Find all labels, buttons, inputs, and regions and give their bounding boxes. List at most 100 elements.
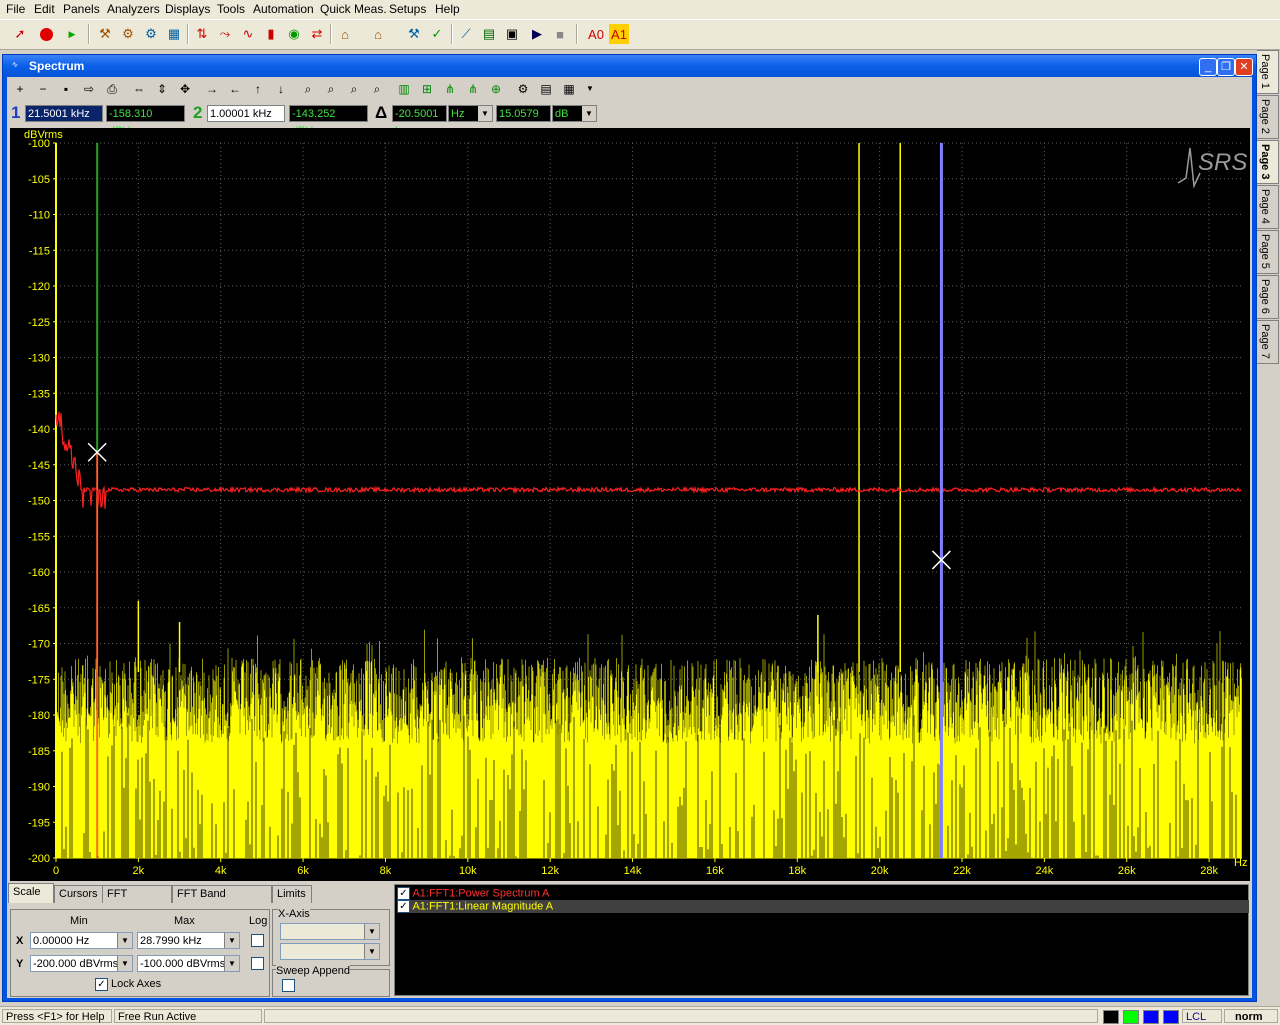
tab-page-1[interactable]: Page 1: [1257, 50, 1279, 94]
tab-cursors[interactable]: Cursors: [54, 885, 104, 903]
bar-display-icon[interactable]: ▤: [479, 24, 499, 44]
target-icon[interactable]: ⊕: [487, 80, 505, 98]
x-log-checkbox[interactable]: [251, 934, 264, 947]
menu-displays[interactable]: Displays: [165, 2, 210, 16]
window-titlebar[interactable]: ∿ Spectrum _ ❐ ✕: [3, 55, 1256, 77]
export-icon[interactable]: ⇨: [80, 80, 98, 98]
zoom-in-icon[interactable]: ⌕: [322, 80, 340, 98]
xaxis-select-1[interactable]: ▼: [280, 923, 380, 940]
auto-scale-icon[interactable]: ⌂: [368, 24, 388, 44]
peak-marker-icon[interactable]: ⊞: [418, 80, 436, 98]
tab-fft-cursors[interactable]: FFT Cursors: [102, 885, 172, 917]
film-icon[interactable]: ▣: [502, 24, 522, 44]
a0-icon[interactable]: A0: [586, 24, 606, 44]
play-macro-icon[interactable]: ▶: [527, 24, 547, 44]
save-icon[interactable]: ▪: [57, 80, 75, 98]
tab-page-4[interactable]: Page 4: [1257, 185, 1279, 229]
switch-icon[interactable]: ⇄: [307, 24, 327, 44]
zoom-out-icon[interactable]: ⌕: [345, 80, 363, 98]
tab-scale[interactable]: Scale: [8, 883, 54, 903]
harmonic-icon[interactable]: ⋔: [441, 80, 459, 98]
measure-icon[interactable]: ⚒: [404, 24, 424, 44]
spectrum-graph[interactable]: -100 -105 -110 -115 -120 -125 -130 -135 -140 -145…: [10, 128, 1250, 881]
tab-page-5[interactable]: Page 5: [1257, 230, 1279, 274]
print-icon[interactable]: ⎙: [103, 80, 121, 98]
close-button[interactable]: ✕: [1235, 58, 1253, 76]
settings-icon[interactable]: ⚙: [141, 24, 161, 44]
fft-icon[interactable]: ▮: [261, 24, 281, 44]
pan-up-icon[interactable]: ↑: [249, 80, 267, 98]
menu-tools[interactable]: Tools: [217, 2, 245, 16]
tab-page-2[interactable]: Page 2: [1257, 95, 1279, 139]
marker-icon[interactable]: ▥: [395, 80, 413, 98]
generator-icon[interactable]: ⚙: [118, 24, 138, 44]
analyzer-icon[interactable]: ⚒: [95, 24, 115, 44]
fit-x-icon[interactable]: ⇔: [130, 80, 148, 98]
dropdown-arrow-icon[interactable]: ▼: [581, 80, 599, 98]
legend-item[interactable]: ✓ A1:FFT1:Power Spectrum A: [397, 887, 1249, 900]
minimize-button[interactable]: _: [1199, 58, 1217, 76]
cursor2-x-field[interactable]: 1.00001 kHz: [207, 105, 285, 122]
menu-automation[interactable]: Automation: [253, 2, 314, 16]
fit-y-icon[interactable]: ⇕: [153, 80, 171, 98]
stop-macro-icon[interactable]: ■: [550, 24, 570, 44]
thd-icon[interactable]: ∿: [238, 24, 258, 44]
sweep-icon[interactable]: ⇅: [192, 24, 212, 44]
response-icon[interactable]: ⤳: [215, 24, 235, 44]
fit-all-icon[interactable]: ✥: [176, 80, 194, 98]
tab-page-7[interactable]: Page 7: [1257, 320, 1279, 364]
y-row-label: Y: [16, 958, 24, 970]
tab-fft-band-cursors[interactable]: FFT Band Cursors: [172, 885, 272, 917]
trace-1-checkbox[interactable]: ✓: [397, 887, 410, 900]
start-icon[interactable]: ➚: [10, 24, 30, 44]
delta-x-unit-select[interactable]: Hz ▼: [448, 105, 493, 122]
run-icon[interactable]: ▶: [62, 24, 82, 44]
meter-icon[interactable]: ◉: [284, 24, 304, 44]
harmonic2-icon[interactable]: ⋔: [464, 80, 482, 98]
x-max-field[interactable]: 28.7990 kHz ▼: [137, 932, 240, 949]
pan-right-icon[interactable]: →: [203, 80, 221, 98]
calc-icon[interactable]: ▦: [560, 80, 578, 98]
xaxis-select-2[interactable]: ▼: [280, 943, 380, 960]
tab-page-6[interactable]: Page 6: [1257, 275, 1279, 319]
zoom-box-icon[interactable]: ⌕: [368, 80, 386, 98]
auto-range-icon[interactable]: ⌂: [335, 24, 355, 44]
menu-edit[interactable]: Edit: [34, 2, 55, 16]
a1-icon[interactable]: A1: [609, 24, 629, 44]
delta-y-unit-select[interactable]: dB ▼: [552, 105, 597, 122]
menu-setups[interactable]: Setups: [389, 2, 426, 16]
menu-help[interactable]: Help: [435, 2, 460, 16]
trace-2-checkbox[interactable]: ✓: [397, 900, 410, 913]
y-max-field[interactable]: -100.000 dBVrms ▼: [137, 955, 240, 972]
status-led-blue-2: [1163, 1010, 1179, 1024]
x-min-field[interactable]: 0.00000 Hz ▼: [30, 932, 133, 949]
add-icon[interactable]: +: [11, 80, 29, 98]
menu-panels[interactable]: Panels: [63, 2, 100, 16]
table-icon[interactable]: ▤: [537, 80, 555, 98]
options-icon[interactable]: ⚙: [514, 80, 532, 98]
tab-limits[interactable]: Limits: [272, 885, 312, 903]
y-tick-label: -170: [28, 639, 50, 651]
tab-page-3[interactable]: Page 3: [1257, 140, 1279, 184]
y-tick-label: -145: [28, 460, 50, 472]
pan-down-icon[interactable]: ↓: [272, 80, 290, 98]
stop-icon[interactable]: [36, 24, 56, 44]
y-log-checkbox[interactable]: [251, 957, 264, 970]
delta-label: Δ: [375, 103, 388, 122]
remove-icon[interactable]: −: [34, 80, 52, 98]
legend-item[interactable]: ✓ A1:FFT1:Linear Magnitude A: [397, 900, 1249, 913]
graph-icon[interactable]: ⟋: [456, 24, 476, 44]
cursor1-x-field[interactable]: 21.5001 kHz: [25, 105, 103, 122]
pan-left-icon[interactable]: ←: [226, 80, 244, 98]
y-min-field[interactable]: -200.000 dBVrms ▼: [30, 955, 133, 972]
sweep-append-checkbox[interactable]: [282, 979, 295, 992]
menu-quick-meas[interactable]: Quick Meas.: [320, 2, 387, 16]
check-icon[interactable]: ✓: [427, 24, 447, 44]
restore-button[interactable]: ❐: [1217, 58, 1235, 76]
io-icon[interactable]: ▦: [164, 24, 184, 44]
menu-file[interactable]: File: [6, 2, 25, 16]
lock-axes-checkbox[interactable]: ✓: [95, 978, 108, 991]
zoom-icon[interactable]: ⌕: [299, 80, 317, 98]
spectrum-plot[interactable]: -100-105-110-115-120-125-130-135-140-145…: [10, 128, 1250, 881]
menu-analyzers[interactable]: Analyzers: [107, 2, 160, 16]
